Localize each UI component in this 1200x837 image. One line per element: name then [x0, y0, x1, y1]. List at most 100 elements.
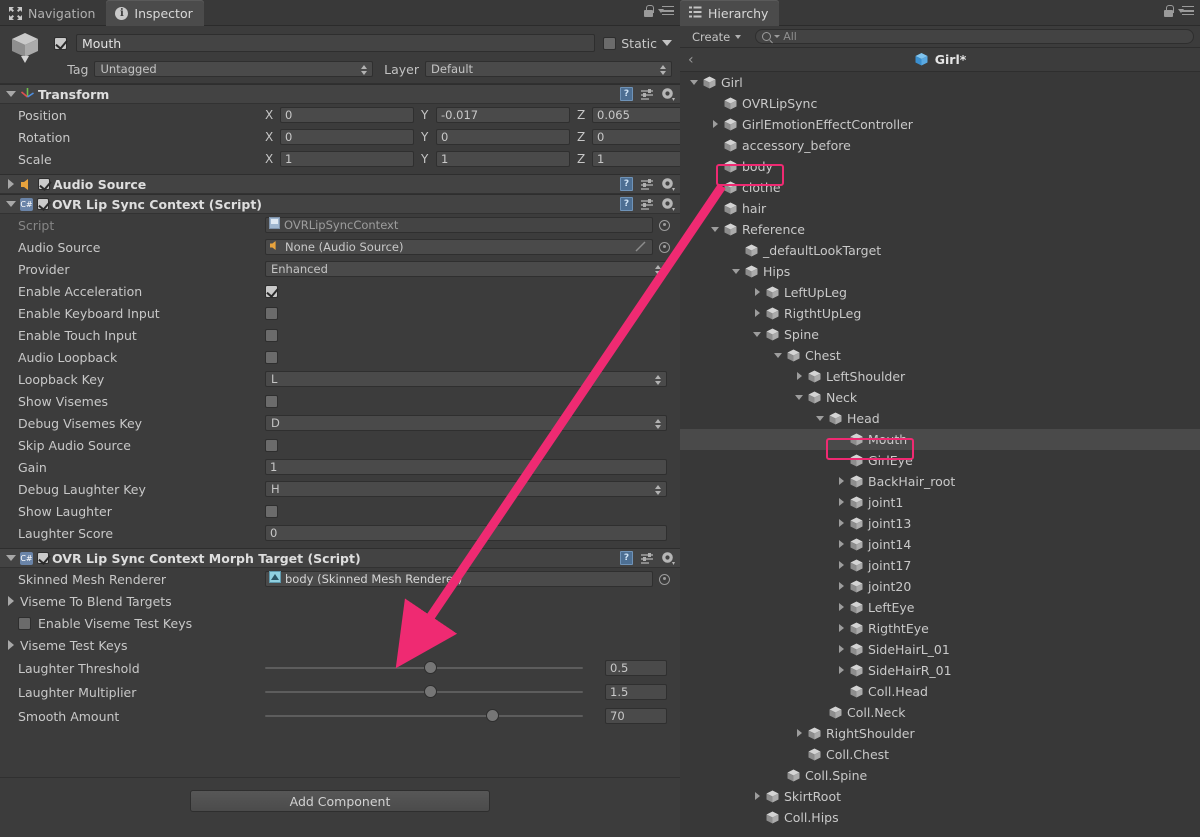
object-picker-icon[interactable]: [659, 241, 670, 253]
hierarchy-item-joint14[interactable]: joint14: [680, 534, 1200, 555]
edit-pencil-icon[interactable]: [635, 241, 646, 256]
tag-dropdown[interactable]: Untagged: [94, 61, 374, 77]
foldout-expanded-icon[interactable]: [815, 412, 828, 425]
audio-loopback-checkbox[interactable]: [265, 350, 278, 364]
foldout-collapsed-icon[interactable]: [836, 622, 849, 635]
hierarchy-item-neck[interactable]: Neck: [680, 387, 1200, 408]
hierarchy-item-girleye[interactable]: GirlEye: [680, 450, 1200, 471]
property-row-viseme-test-keys[interactable]: Viseme Test Keys: [0, 634, 680, 656]
foldout-collapsed-icon[interactable]: [752, 286, 765, 299]
hierarchy-item-skirtroot[interactable]: SkirtRoot: [680, 786, 1200, 807]
provider-dropdown[interactable]: Enhanced: [265, 261, 667, 277]
gear-icon[interactable]: [661, 197, 675, 211]
help-icon[interactable]: ?: [620, 87, 633, 101]
object-picker-icon[interactable]: [659, 219, 670, 231]
gain-input[interactable]: 1: [265, 459, 667, 475]
menu-icon[interactable]: [658, 5, 674, 17]
hierarchy-item-accessory-before[interactable]: accessory_before: [680, 135, 1200, 156]
hierarchy-item-joint13[interactable]: joint13: [680, 513, 1200, 534]
object-picker-icon[interactable]: [659, 573, 670, 585]
foldout-collapsed-icon[interactable]: [794, 370, 807, 383]
foldout-audio-source-icon[interactable]: [5, 178, 17, 190]
slider-knob[interactable]: [486, 709, 499, 722]
laughter-multiplier-slider[interactable]: [265, 685, 583, 698]
hierarchy-item-leftupleg[interactable]: LeftUpLeg: [680, 282, 1200, 303]
hierarchy-item-joint20[interactable]: joint20: [680, 576, 1200, 597]
hierarchy-item-backhair-root[interactable]: BackHair_root: [680, 471, 1200, 492]
position-x-input[interactable]: 0: [280, 107, 414, 123]
add-component-button[interactable]: Add Component: [190, 790, 490, 812]
hierarchy-item-body[interactable]: body: [680, 156, 1200, 177]
hierarchy-item-head[interactable]: Head: [680, 408, 1200, 429]
foldout-collapsed-icon[interactable]: [836, 475, 849, 488]
chevron-down-icon[interactable]: [662, 40, 672, 46]
scale-x-input[interactable]: 1: [280, 151, 414, 167]
laughter-threshold-slider[interactable]: [265, 661, 583, 674]
gameobject-enabled-checkbox[interactable]: [54, 36, 67, 50]
position-y-input[interactable]: -0.017: [436, 107, 570, 123]
help-icon[interactable]: ?: [620, 177, 633, 191]
foldout-collapsed-icon[interactable]: [836, 643, 849, 656]
foldout-collapsed-icon[interactable]: [836, 496, 849, 509]
hierarchy-item-ovrlipsync[interactable]: OVRLipSync: [680, 93, 1200, 114]
layer-dropdown[interactable]: Default: [425, 61, 672, 77]
hierarchy-item-coll-head[interactable]: Coll.Head: [680, 681, 1200, 702]
smooth-amount-slider[interactable]: [265, 709, 583, 722]
hierarchy-item-sidehairl-01[interactable]: SideHairL_01: [680, 639, 1200, 660]
foldout-collapsed-icon[interactable]: [794, 727, 807, 740]
foldout-collapsed-icon[interactable]: [836, 580, 849, 593]
foldout-collapsed-icon[interactable]: [710, 118, 723, 131]
create-button[interactable]: Create: [686, 29, 747, 45]
foldout-viseme-test-keys-icon[interactable]: [5, 639, 17, 651]
debug-laughter-key-dropdown[interactable]: H: [265, 481, 667, 497]
preset-icon[interactable]: [640, 198, 654, 211]
help-icon[interactable]: ?: [620, 197, 633, 211]
help-icon[interactable]: ?: [620, 551, 633, 565]
hierarchy-item-rightshoulder[interactable]: RightShoulder: [680, 723, 1200, 744]
foldout-transform-icon[interactable]: [5, 88, 17, 100]
enable-viseme-test-keys-checkbox[interactable]: [18, 616, 31, 630]
gear-icon[interactable]: [661, 551, 675, 565]
gear-icon[interactable]: [661, 177, 675, 191]
hierarchy-item-hair[interactable]: hair: [680, 198, 1200, 219]
show-laughter-checkbox[interactable]: [265, 504, 278, 518]
preset-icon[interactable]: [640, 178, 654, 191]
hierarchy-item-rigthteye[interactable]: RigthtEye: [680, 618, 1200, 639]
rotation-x-input[interactable]: 0: [280, 129, 414, 145]
component-header-ovr-lip-sync-context[interactable]: C# OVR Lip Sync Context (Script) ?: [0, 194, 680, 214]
chevron-left-icon[interactable]: ‹: [688, 52, 694, 68]
skip-audio-source-checkbox[interactable]: [265, 438, 278, 452]
lock-icon[interactable]: [643, 5, 654, 17]
skinned-mesh-renderer-field[interactable]: body (Skinned Mesh Renderer): [265, 571, 653, 587]
hierarchy-item-girlemotioneffectcontroller[interactable]: GirlEmotionEffectController: [680, 114, 1200, 135]
slider-knob[interactable]: [424, 685, 437, 698]
preset-icon[interactable]: [640, 88, 654, 101]
lock-icon[interactable]: [1163, 5, 1174, 17]
component-header-morph-target[interactable]: C# OVR Lip Sync Context Morph Target (Sc…: [0, 548, 680, 568]
tab-inspector[interactable]: i Inspector: [106, 0, 204, 26]
hierarchy-item-coll-hips[interactable]: Coll.Hips: [680, 807, 1200, 828]
foldout-expanded-icon[interactable]: [710, 223, 723, 236]
foldout-collapsed-icon[interactable]: [752, 307, 765, 320]
foldout-expanded-icon[interactable]: [731, 265, 744, 278]
foldout-collapsed-icon[interactable]: [752, 790, 765, 803]
laughter-score-input[interactable]: 0: [265, 525, 667, 541]
hierarchy-item--defaultlooktarget[interactable]: _defaultLookTarget: [680, 240, 1200, 261]
foldout-collapsed-icon[interactable]: [836, 601, 849, 614]
foldout-collapsed-icon[interactable]: [836, 664, 849, 677]
hierarchy-item-clothe[interactable]: clothe: [680, 177, 1200, 198]
preset-icon[interactable]: [640, 552, 654, 565]
enable-touch-input-checkbox[interactable]: [265, 328, 278, 342]
property-row-viseme-to-blend-targets[interactable]: Viseme To Blend Targets: [0, 590, 680, 612]
foldout-ovr-lip-sync-context-icon[interactable]: [5, 198, 17, 210]
hierarchy-item-spine[interactable]: Spine: [680, 324, 1200, 345]
laughter-multiplier-input[interactable]: 1.5: [605, 684, 667, 700]
gear-icon[interactable]: [661, 87, 675, 101]
audio-source-enabled-checkbox[interactable]: [38, 178, 50, 190]
slider-knob[interactable]: [424, 661, 437, 674]
foldout-morph-target-icon[interactable]: [5, 552, 17, 564]
menu-icon[interactable]: [1178, 5, 1194, 17]
ovr-lip-sync-context-enabled-checkbox[interactable]: [37, 198, 49, 210]
hierarchy-item-coll-spine[interactable]: Coll.Spine: [680, 765, 1200, 786]
hierarchy-item-reference[interactable]: Reference: [680, 219, 1200, 240]
